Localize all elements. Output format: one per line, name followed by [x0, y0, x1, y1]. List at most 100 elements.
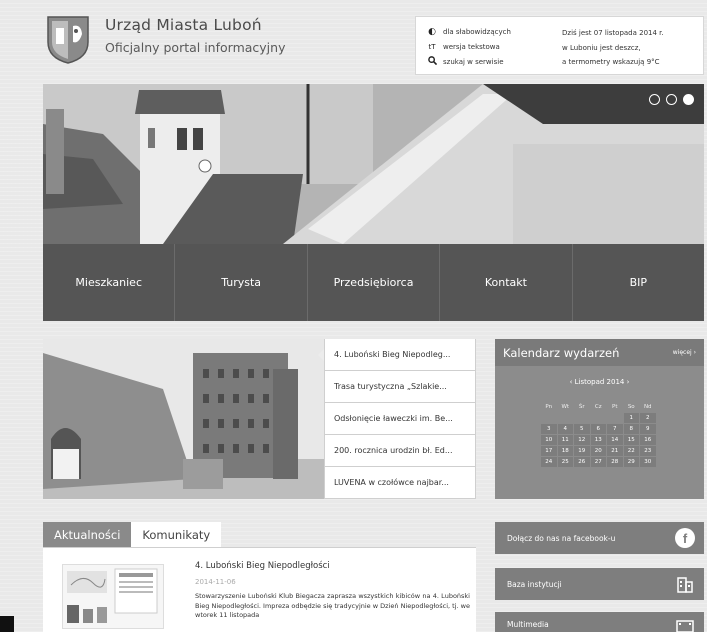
calendar-day[interactable]: 12 — [574, 435, 590, 445]
facebook-button-label: Dołącz do nas na facebook-u — [507, 533, 616, 543]
page: Urząd Miasta Luboń Oficjalny portal info… — [43, 0, 704, 632]
calendar-day[interactable]: 13 — [590, 435, 606, 445]
featured-photo — [43, 339, 326, 499]
building-icon — [675, 574, 695, 594]
featured-news-list: 4. Luboński Bieg Niepodleg... Trasa tury… — [318, 339, 476, 499]
date-weather-info: Dziś jest 07 listopada 2014 r. w Luboniu… — [562, 26, 698, 70]
tool-label: szukaj w serwisie — [443, 58, 504, 66]
news-date: 2014-11-06 — [195, 578, 236, 586]
featured-item[interactable]: Trasa turystyczna „Szlakie... — [324, 371, 476, 403]
news-tabs: Aktualności Komunikaty — [43, 522, 476, 548]
events-calendar: Kalendarz wydarzeń więcej › ‹ Listopad 2… — [495, 339, 704, 499]
site-title[interactable]: Urząd Miasta Luboń — [105, 16, 262, 34]
film-icon — [675, 620, 695, 632]
facebook-button[interactable]: Dołącz do nas na facebook-u f — [495, 522, 704, 554]
slider-dot[interactable] — [666, 94, 677, 105]
calendar-day[interactable]: 24 — [541, 457, 557, 467]
news-title[interactable]: 4. Luboński Bieg Niepodległości — [195, 561, 330, 571]
featured-item[interactable]: 4. Luboński Bieg Niepodleg... — [324, 339, 476, 371]
calendar-day[interactable]: 6 — [590, 424, 606, 434]
slider-dots — [649, 94, 694, 105]
accessibility-tools: ◐ dla słabowidzących tT wersja tekstowa … — [426, 25, 511, 70]
calendar-more-link[interactable]: więcej › — [673, 349, 696, 356]
calendar-day[interactable]: 3 — [541, 424, 557, 434]
coat-of-arms-logo[interactable] — [43, 14, 93, 64]
calendar-empty-cell — [591, 413, 607, 423]
calendar-empty-cell — [607, 413, 623, 423]
site-subtitle: Oficjalny portal informacyjny — [105, 40, 286, 55]
facebook-icon: f — [675, 528, 695, 548]
nav-item-przedsiebiorca[interactable]: Przedsiębiorca — [308, 244, 441, 321]
calendar-title: Kalendarz wydarzeń — [503, 345, 620, 360]
tab-komunikaty[interactable]: Komunikaty — [131, 522, 222, 547]
nav-item-mieszkaniec[interactable]: Mieszkaniec — [43, 244, 176, 321]
calendar-day[interactable]: 26 — [574, 457, 590, 467]
corner-marker — [0, 616, 14, 632]
calendar-empty-cell — [541, 413, 557, 423]
weather-line: Dziś jest 07 listopada 2014 r. — [562, 29, 664, 37]
tool-label: wersja tekstowa — [443, 43, 500, 51]
calendar-day[interactable]: 1 — [623, 413, 639, 423]
news-thumbnail-image — [63, 565, 163, 628]
featured-item[interactable]: LUVENA w czołówce najbar... — [324, 467, 476, 499]
calendar-weekday: Śr — [578, 404, 585, 410]
calendar-day[interactable]: 23 — [640, 446, 656, 456]
calendar-day[interactable]: 5 — [574, 424, 590, 434]
contrast-icon: ◐ — [428, 27, 436, 37]
institutions-button[interactable]: Baza instytucji — [495, 568, 704, 600]
calendar-day[interactable]: 10 — [541, 435, 557, 445]
news-thumbnail[interactable] — [62, 564, 164, 629]
calendar-empty-cell — [558, 413, 574, 423]
calendar-day[interactable]: 9 — [640, 424, 656, 434]
news-item: 4. Luboński Bieg Niepodległości 2014-11-… — [43, 548, 476, 632]
calendar-day[interactable]: 15 — [623, 435, 639, 445]
calendar-day[interactable]: 28 — [607, 457, 623, 467]
calendar-day[interactable]: 16 — [640, 435, 656, 445]
hero-slider — [43, 84, 704, 244]
calendar-day[interactable]: 29 — [623, 457, 639, 467]
high-contrast-link[interactable]: ◐ dla słabowidzących — [426, 25, 511, 39]
calendar-day[interactable]: 30 — [640, 457, 656, 467]
calendar-weekday: So — [627, 404, 635, 410]
calendar-day[interactable]: 11 — [557, 435, 573, 445]
active-item-arrow — [318, 349, 324, 361]
calendar-empty-cell — [574, 413, 590, 423]
nav-item-turysta[interactable]: Turysta — [175, 244, 308, 321]
calendar-day[interactable]: 25 — [557, 457, 573, 467]
featured-item[interactable]: Odsłonięcie ławeczki im. Be... — [324, 403, 476, 435]
calendar-day[interactable]: 21 — [607, 446, 623, 456]
nav-item-kontakt[interactable]: Kontakt — [440, 244, 573, 321]
calendar-day[interactable]: 18 — [557, 446, 573, 456]
calendar-day[interactable]: 14 — [607, 435, 623, 445]
calendar-day[interactable]: 27 — [590, 457, 606, 467]
calendar-day[interactable]: 7 — [607, 424, 623, 434]
calendar-grid: Pn Wt Śr Cz Pt So Nd 1 2 3 4 5 6 7 8 9 10 11 12 13 14 15 16 17 1… — [541, 402, 656, 467]
main-navigation: Mieszkaniec Turysta Przedsiębiorca Konta… — [43, 244, 704, 321]
nav-item-bip[interactable]: BIP — [573, 244, 704, 321]
calendar-header: Kalendarz wydarzeń więcej › — [495, 339, 704, 366]
calendar-day[interactable]: 17 — [541, 446, 557, 456]
calendar-day[interactable]: 19 — [574, 446, 590, 456]
calendar-day[interactable]: 8 — [623, 424, 639, 434]
weather-line: w Luboniu jest deszcz, — [562, 43, 641, 52]
calendar-day[interactable]: 22 — [623, 446, 639, 456]
slider-dot[interactable] — [649, 94, 660, 105]
calendar-day[interactable]: 20 — [590, 446, 606, 456]
search-link[interactable]: szukaj w serwisie — [426, 55, 511, 69]
calendar-day[interactable]: 2 — [640, 413, 656, 423]
utility-box: ◐ dla słabowidzących tT wersja tekstowa … — [415, 16, 704, 75]
text-version-link[interactable]: tT wersja tekstowa — [426, 40, 511, 54]
tab-aktualnosci[interactable]: Aktualności — [43, 522, 132, 547]
tool-label: dla słabowidzących — [443, 28, 511, 36]
multimedia-button[interactable]: Multimedia — [495, 612, 704, 632]
slider-dot-active[interactable] — [683, 94, 694, 105]
news-excerpt: Stowarzyszenie Luboński Klub Biegacza za… — [195, 592, 470, 619]
text-version-icon: tT — [428, 43, 436, 51]
featured-item[interactable]: 200. rocznica urodzin bł. Ed... — [324, 435, 476, 467]
institutions-button-label: Baza instytucji — [507, 579, 562, 589]
featured-news-image[interactable] — [43, 339, 326, 499]
calendar-month-switcher[interactable]: ‹ Listopad 2014 › — [495, 378, 704, 386]
calendar-weekday: Cz — [594, 404, 602, 410]
calendar-day[interactable]: 4 — [557, 424, 573, 434]
calendar-weekday: Pt — [612, 404, 618, 410]
